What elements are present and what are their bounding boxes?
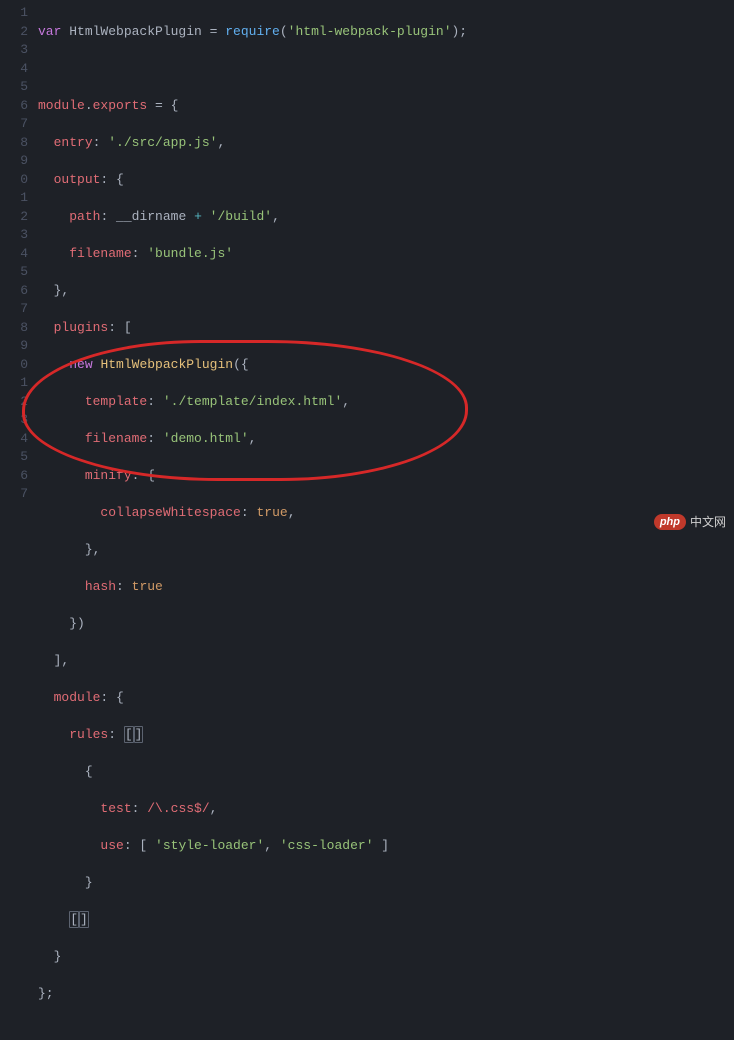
line-number: 6 xyxy=(0,282,28,301)
code-line[interactable]: filename: 'demo.html', xyxy=(38,430,734,449)
line-number: 4 xyxy=(0,245,28,264)
code-line[interactable]: output: { xyxy=(38,171,734,190)
code-line[interactable]: module: { xyxy=(38,689,734,708)
line-number: 3 xyxy=(0,411,28,430)
line-number: 8 xyxy=(0,319,28,338)
code-line[interactable]: rules: [] xyxy=(38,726,734,745)
line-number: 5 xyxy=(0,78,28,97)
line-number: 2 xyxy=(0,393,28,412)
line-number: 3 xyxy=(0,226,28,245)
code-line[interactable]: filename: 'bundle.js' xyxy=(38,245,734,264)
line-number: 0 xyxy=(0,171,28,190)
code-line[interactable]: use: [ 'style-loader', 'css-loader' ] xyxy=(38,837,734,856)
line-number: 4 xyxy=(0,430,28,449)
line-number: 9 xyxy=(0,152,28,171)
code-line[interactable]: entry: './src/app.js', xyxy=(38,134,734,153)
line-number: 6 xyxy=(0,97,28,116)
code-line[interactable]: } xyxy=(38,874,734,893)
code-line[interactable]: module.exports = { xyxy=(38,97,734,116)
line-number: 9 xyxy=(0,337,28,356)
code-content[interactable]: var HtmlWebpackPlugin = require('html-we… xyxy=(38,0,734,1040)
line-number: 8 xyxy=(0,134,28,153)
line-number: 0 xyxy=(0,356,28,375)
watermark-text: 中文网 xyxy=(690,513,726,530)
line-number: 3 xyxy=(0,41,28,60)
line-number: 5 xyxy=(0,448,28,467)
code-line[interactable]: test: /\.css$/, xyxy=(38,800,734,819)
code-line[interactable]: var HtmlWebpackPlugin = require('html-we… xyxy=(38,23,734,42)
code-line[interactable]: new HtmlWebpackPlugin({ xyxy=(38,356,734,375)
code-line[interactable]: template: './template/index.html', xyxy=(38,393,734,412)
code-line[interactable]: ], xyxy=(38,652,734,671)
line-number: 2 xyxy=(0,23,28,42)
watermark: php 中文网 xyxy=(654,513,726,530)
code-line[interactable]: collapseWhitespace: true, xyxy=(38,504,734,523)
code-line[interactable]: }, xyxy=(38,282,734,301)
watermark-badge: php xyxy=(654,514,686,530)
code-line[interactable]: path: __dirname + '/build', xyxy=(38,208,734,227)
line-number: 1 xyxy=(0,374,28,393)
line-number: 7 xyxy=(0,115,28,134)
line-number-gutter: 1 2 3 4 5 6 7 8 9 0 1 2 3 4 5 6 7 8 9 0 … xyxy=(0,0,38,1040)
line-number: 6 xyxy=(0,467,28,486)
line-number: 7 xyxy=(0,485,28,504)
line-number: 1 xyxy=(0,4,28,23)
code-line[interactable]: }) xyxy=(38,615,734,634)
line-number: 4 xyxy=(0,60,28,79)
line-number: 2 xyxy=(0,208,28,227)
code-editor[interactable]: 1 2 3 4 5 6 7 8 9 0 1 2 3 4 5 6 7 8 9 0 … xyxy=(0,0,734,1040)
code-line[interactable]: }; xyxy=(38,985,734,1004)
line-number: 5 xyxy=(0,263,28,282)
line-number: 1 xyxy=(0,189,28,208)
code-line[interactable]: plugins: [ xyxy=(38,319,734,338)
code-line[interactable]: }, xyxy=(38,541,734,560)
line-number: 7 xyxy=(0,300,28,319)
code-line[interactable]: } xyxy=(38,948,734,967)
code-line[interactable]: minify: { xyxy=(38,467,734,486)
code-line[interactable]: [] xyxy=(38,911,734,930)
code-line[interactable]: hash: true xyxy=(38,578,734,597)
code-line[interactable]: { xyxy=(38,763,734,782)
code-line[interactable] xyxy=(38,60,734,79)
